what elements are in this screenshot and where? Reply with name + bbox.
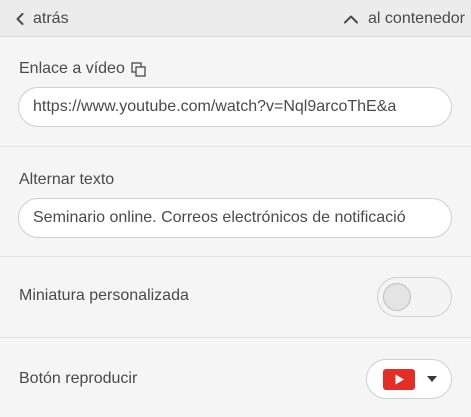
navigation-bar: atrás al contenedor xyxy=(0,0,471,37)
back-link[interactable]: atrás xyxy=(16,8,69,30)
play-button-label: Botón reproducir xyxy=(19,370,138,387)
back-label: atrás xyxy=(33,10,69,27)
custom-thumbnail-label: Miniatura personalizada xyxy=(19,287,189,304)
open-external-icon[interactable] xyxy=(131,61,146,77)
custom-thumbnail-toggle[interactable] xyxy=(377,277,452,317)
chevron-left-icon xyxy=(16,13,24,25)
play-button-select[interactable] xyxy=(366,359,452,399)
toggle-knob xyxy=(383,283,411,311)
alt-text-label: Alternar texto xyxy=(19,171,115,188)
alt-text-input[interactable] xyxy=(18,198,452,238)
caret-down-icon xyxy=(427,376,437,382)
to-container-link[interactable]: al contenedor xyxy=(344,8,465,30)
custom-thumbnail-section: Miniatura personalizada xyxy=(0,257,471,338)
youtube-play-icon xyxy=(383,369,415,390)
to-container-label: al contenedor xyxy=(368,10,465,27)
chevron-up-icon xyxy=(344,15,359,23)
video-link-section: Enlace a vídeo xyxy=(0,37,471,147)
video-link-input[interactable] xyxy=(18,87,452,127)
video-link-label: Enlace a vídeo xyxy=(19,60,125,77)
video-link-label-row: Enlace a vídeo xyxy=(19,60,146,78)
alt-text-section: Alternar texto xyxy=(0,147,471,257)
play-button-section: Botón reproducir xyxy=(0,338,471,417)
